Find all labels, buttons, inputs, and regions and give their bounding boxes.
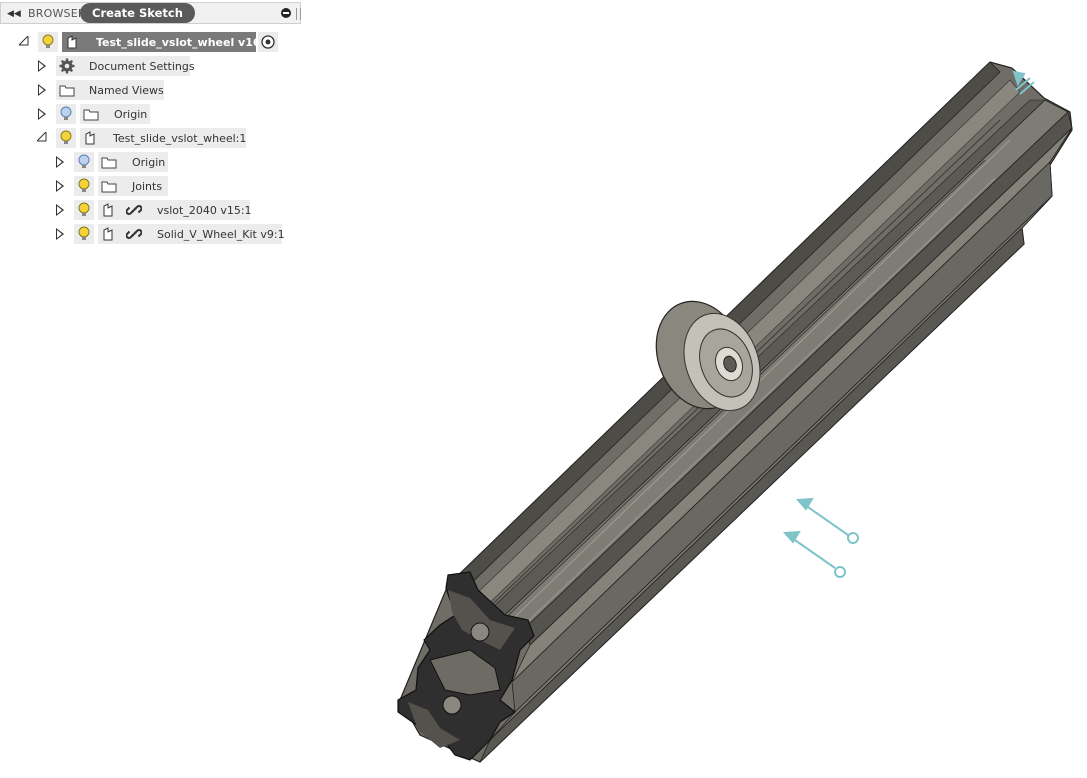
tree-row-component[interactable]: Test_slide_vslot_wheel:1 xyxy=(0,128,250,148)
folder-icon xyxy=(101,157,117,169)
tree-row-root[interactable]: Test_slide_vslot_wheel v16 xyxy=(0,32,285,52)
folder-icon xyxy=(83,109,99,121)
target-icon[interactable] xyxy=(261,35,275,49)
lightbulb-icon[interactable] xyxy=(76,226,92,242)
lightbulb-icon[interactable] xyxy=(76,154,92,170)
tree-row-joints[interactable]: Joints xyxy=(0,176,175,196)
collapsed-arrow-icon[interactable] xyxy=(56,180,64,192)
expanded-arrow-icon[interactable] xyxy=(19,36,29,46)
link-icon xyxy=(126,205,142,215)
collapsed-arrow-icon[interactable] xyxy=(38,84,46,96)
collapse-left-icon[interactable]: ◀◀ xyxy=(7,7,21,21)
component-icon xyxy=(67,35,77,49)
component-icon xyxy=(103,227,113,241)
expanded-arrow-icon[interactable] xyxy=(37,132,47,142)
component-icon xyxy=(85,131,95,145)
minus-circle-icon[interactable] xyxy=(281,8,291,18)
tree-row-vslot[interactable]: vslot_2040 v15:1 xyxy=(0,200,255,220)
browser-title: BROWSER xyxy=(28,7,86,20)
lightbulb-icon[interactable] xyxy=(40,34,56,50)
tree-row-document-settings[interactable]: Document Settings xyxy=(0,56,195,76)
named-views-label: Named Views xyxy=(89,84,164,97)
model-viewport[interactable] xyxy=(0,0,1087,775)
vslot-extrusion[interactable] xyxy=(397,61,1073,763)
collapsed-arrow-icon[interactable] xyxy=(38,108,46,120)
component-label: Test_slide_vslot_wheel:1 xyxy=(113,132,247,145)
link-icon xyxy=(126,229,142,239)
model-canvas[interactable] xyxy=(0,0,1087,775)
tree-row-component-origin[interactable]: Origin xyxy=(0,152,175,172)
lightbulb-icon[interactable] xyxy=(76,178,92,194)
vslot-label: vslot_2040 v15:1 xyxy=(157,204,252,217)
collapsed-arrow-icon[interactable] xyxy=(56,156,64,168)
panel-grip-icon[interactable] xyxy=(296,8,301,20)
tree-row-wheel[interactable]: Solid_V_Wheel_Kit v9:1 xyxy=(0,224,285,244)
origin-label: Origin xyxy=(114,108,148,121)
component-origin-label: Origin xyxy=(132,156,166,169)
lightbulb-icon[interactable] xyxy=(76,202,92,218)
folder-icon xyxy=(101,181,117,193)
create-sketch-tooltip: Create Sketch xyxy=(80,3,195,23)
wheel-label: Solid_V_Wheel_Kit v9:1 xyxy=(157,228,285,241)
tree-row-origin[interactable]: Origin xyxy=(0,104,160,124)
joint-glyph[interactable] xyxy=(782,497,859,578)
component-icon xyxy=(103,203,113,217)
joints-label: Joints xyxy=(132,180,163,193)
lightbulb-icon[interactable] xyxy=(58,130,74,146)
tree-row-named-views[interactable]: Named Views xyxy=(0,80,170,100)
collapsed-arrow-icon[interactable] xyxy=(56,228,64,240)
collapsed-arrow-icon[interactable] xyxy=(38,60,46,72)
lightbulb-icon[interactable] xyxy=(58,106,74,122)
folder-icon xyxy=(59,85,75,97)
document-settings-label: Document Settings xyxy=(89,60,195,73)
root-component-label: Test_slide_vslot_wheel v16 xyxy=(96,36,261,49)
collapsed-arrow-icon[interactable] xyxy=(56,204,64,216)
gear-icon xyxy=(59,58,75,74)
